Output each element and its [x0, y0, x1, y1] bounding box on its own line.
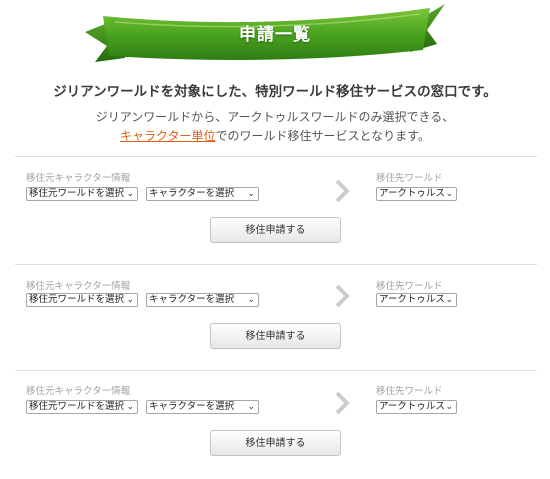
- chevron-down-icon: ⌄: [247, 402, 255, 412]
- character-value: キャラクターを選択: [149, 294, 235, 305]
- description-line-2: キャラクター単位でのワールド移住サービスとなります。: [0, 127, 550, 146]
- chevron-down-icon: ⌄: [247, 189, 255, 199]
- destination-world-select[interactable]: アークトゥルス ⌄: [376, 187, 457, 201]
- chevron-right-icon: [335, 179, 350, 203]
- source-world-value: 移住元ワールドを選択: [29, 188, 125, 199]
- destination-world-select[interactable]: アークトゥルス ⌄: [376, 400, 457, 414]
- chevron-down-icon: ⌄: [126, 295, 134, 305]
- source-character-label: 移住元キャラクター情報: [26, 281, 131, 292]
- destination-world-value: アークトゥルス: [379, 294, 445, 305]
- submit-migration-button[interactable]: 移住申請する: [210, 323, 341, 349]
- character-value: キャラクターを選択: [149, 188, 235, 199]
- chevron-down-icon: ⌄: [247, 295, 255, 305]
- character-select[interactable]: キャラクターを選択 ⌄: [146, 187, 259, 201]
- chevron-down-icon: ⌄: [445, 189, 453, 199]
- source-character-label: 移住元キャラクター情報: [26, 386, 131, 397]
- character-value: キャラクターを選択: [149, 401, 235, 412]
- destination-world-label: 移住先ワールド: [376, 281, 443, 292]
- source-world-value: 移住元ワールドを選択: [29, 401, 125, 412]
- submit-migration-button[interactable]: 移住申請する: [210, 430, 341, 456]
- source-world-select[interactable]: 移住元ワールドを選択 ⌄: [26, 400, 138, 414]
- submit-migration-button[interactable]: 移住申請する: [210, 217, 341, 243]
- character-select[interactable]: キャラクターを選択 ⌄: [146, 400, 259, 414]
- page-title: 申請一覧: [239, 25, 311, 45]
- request-row: 移住元キャラクター情報 移住元ワールドを選択 ⌄ キャラクターを選択 ⌄ 移住先ワー…: [0, 157, 550, 265]
- source-world-value: 移住元ワールドを選択: [29, 294, 125, 305]
- chevron-down-icon: ⌄: [126, 189, 134, 199]
- request-row: 移住元キャラクター情報 移住元ワールドを選択 ⌄ キャラクターを選択 ⌄ 移住先ワー…: [0, 265, 550, 373]
- chevron-right-icon: [335, 284, 350, 308]
- description-line-2-suffix: でのワールド移住サービスとなります。: [215, 129, 430, 143]
- source-character-label: 移住元キャラクター情報: [26, 173, 131, 184]
- source-world-select[interactable]: 移住元ワールドを選択 ⌄: [26, 187, 138, 201]
- service-headline: ジリアンワールドを対象にした、特別ワールド移住サービスの窓口です。: [53, 84, 497, 100]
- character-unit-link[interactable]: キャラクター単位: [120, 129, 216, 143]
- chevron-down-icon: ⌄: [126, 402, 134, 412]
- request-row: 移住元キャラクター情報 移住元ワールドを選択 ⌄ キャラクターを選択 ⌄ 移住先ワー…: [0, 371, 550, 479]
- description-line-1: ジリアンワールドから、アークトゥルスワールドのみ選択できる、: [95, 110, 455, 124]
- chevron-down-icon: ⌄: [445, 295, 453, 305]
- destination-world-label: 移住先ワールド: [376, 173, 443, 184]
- character-select[interactable]: キャラクターを選択 ⌄: [146, 293, 259, 307]
- destination-world-select[interactable]: アークトゥルス ⌄: [376, 293, 457, 307]
- source-world-select[interactable]: 移住元ワールドを選択 ⌄: [26, 293, 138, 307]
- destination-world-label: 移住先ワールド: [376, 386, 443, 397]
- destination-world-value: アークトゥルス: [379, 401, 445, 412]
- chevron-down-icon: ⌄: [445, 402, 453, 412]
- chevron-right-icon: [335, 391, 350, 415]
- service-description: ジリアンワールドから、アークトゥルスワールドのみ選択できる、 キャラクター単位で…: [0, 108, 550, 146]
- destination-world-value: アークトゥルス: [379, 188, 445, 199]
